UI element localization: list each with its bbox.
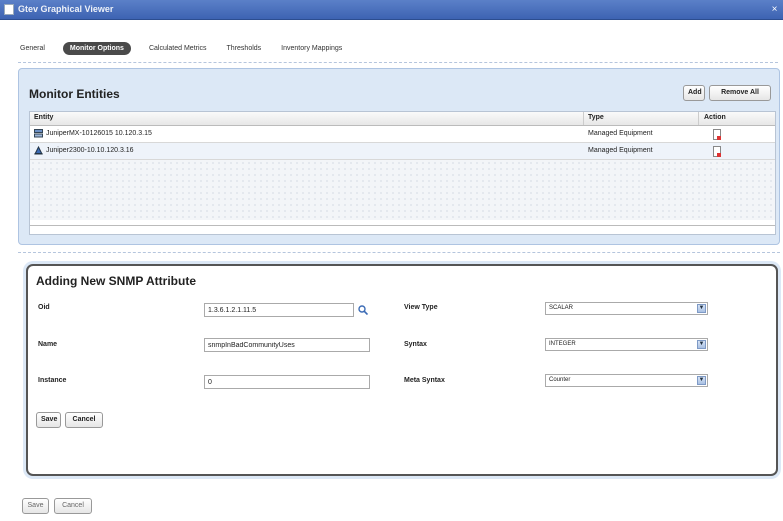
footer-save-button[interactable]: Save	[22, 498, 49, 514]
table-empty-area	[30, 160, 775, 220]
name-label: Name	[38, 341, 58, 348]
equipment-icon	[34, 129, 43, 138]
meta-syntax-label: Meta Syntax	[404, 377, 445, 384]
meta-syntax-value: Counter	[549, 377, 571, 383]
name-field[interactable]	[204, 338, 370, 352]
entity-name: Juniper2300-10.10.120.3.16	[46, 147, 134, 154]
tab-general[interactable]: General	[18, 42, 47, 55]
section-divider	[18, 252, 780, 253]
chevron-down-icon[interactable]: ▼	[697, 304, 706, 313]
table-header: Entity Type Action	[30, 112, 775, 126]
syntax-select[interactable]: INTEGER ▼	[545, 338, 708, 351]
oid-label: Oid	[38, 304, 50, 311]
syntax-value: INTEGER	[549, 341, 576, 347]
snmp-attribute-panel: Adding New SNMP Attribute Oid Name Insta…	[26, 264, 778, 476]
view-type-value: SCALAR	[549, 305, 574, 311]
close-icon[interactable]: ×	[768, 3, 781, 16]
tab-thresholds[interactable]: Thresholds	[225, 42, 264, 55]
tab-calculated-metrics[interactable]: Calculated Metrics	[147, 42, 209, 55]
column-divider	[583, 112, 584, 125]
instance-field[interactable]	[204, 375, 370, 389]
lookup-icon[interactable]	[358, 305, 368, 315]
entity-name: JuniperMX-10126015 10.120.3.15	[46, 130, 152, 137]
snmp-cancel-button[interactable]: Cancel	[65, 412, 103, 428]
snmp-save-button[interactable]: Save	[36, 412, 61, 428]
syntax-label: Syntax	[404, 341, 427, 348]
snmp-panel-title: Adding New SNMP Attribute	[36, 274, 196, 288]
window-title: Gtev Graphical Viewer	[18, 4, 114, 14]
tab-bar: General Monitor Options Calculated Metri…	[18, 38, 360, 58]
table-scrollbar-track[interactable]	[30, 225, 775, 226]
column-header-action[interactable]: Action	[704, 114, 726, 121]
table-row[interactable]: Juniper2300-10.10.120.3.16 Managed Equip…	[30, 143, 775, 160]
footer-cancel-button[interactable]: Cancel	[54, 498, 92, 514]
network-device-icon	[34, 146, 43, 155]
entity-type: Managed Equipment	[588, 130, 653, 137]
table-row[interactable]: JuniperMX-10126015 10.120.3.15 Managed E…	[30, 126, 775, 143]
meta-syntax-select[interactable]: Counter ▼	[545, 374, 708, 387]
column-header-entity[interactable]: Entity	[34, 114, 53, 121]
app-icon	[4, 4, 14, 15]
tab-monitor-options[interactable]: Monitor Options	[62, 41, 131, 55]
view-type-label: View Type	[404, 304, 438, 311]
monitor-entities-title: Monitor Entities	[29, 87, 120, 101]
tab-divider	[18, 62, 778, 63]
oid-field[interactable]	[204, 303, 354, 317]
tab-inventory-mappings[interactable]: Inventory Mappings	[279, 42, 344, 55]
instance-label: Instance	[38, 377, 67, 384]
delete-document-icon[interactable]	[713, 129, 721, 140]
window-titlebar[interactable]: Gtev Graphical Viewer ×	[0, 0, 783, 20]
column-divider	[698, 112, 699, 125]
chevron-down-icon[interactable]: ▼	[697, 340, 706, 349]
view-type-select[interactable]: SCALAR ▼	[545, 302, 708, 315]
monitor-entities-panel: Monitor Entities Add Remove All Entity T…	[18, 68, 780, 245]
entity-type: Managed Equipment	[588, 147, 653, 154]
column-header-type[interactable]: Type	[588, 114, 604, 121]
chevron-down-icon[interactable]: ▼	[697, 376, 706, 385]
entities-table: Entity Type Action JuniperMX-10126015 10…	[29, 111, 776, 235]
delete-document-icon[interactable]	[713, 146, 721, 157]
remove-all-button[interactable]: Remove All	[709, 85, 771, 101]
add-button[interactable]: Add	[683, 85, 705, 101]
